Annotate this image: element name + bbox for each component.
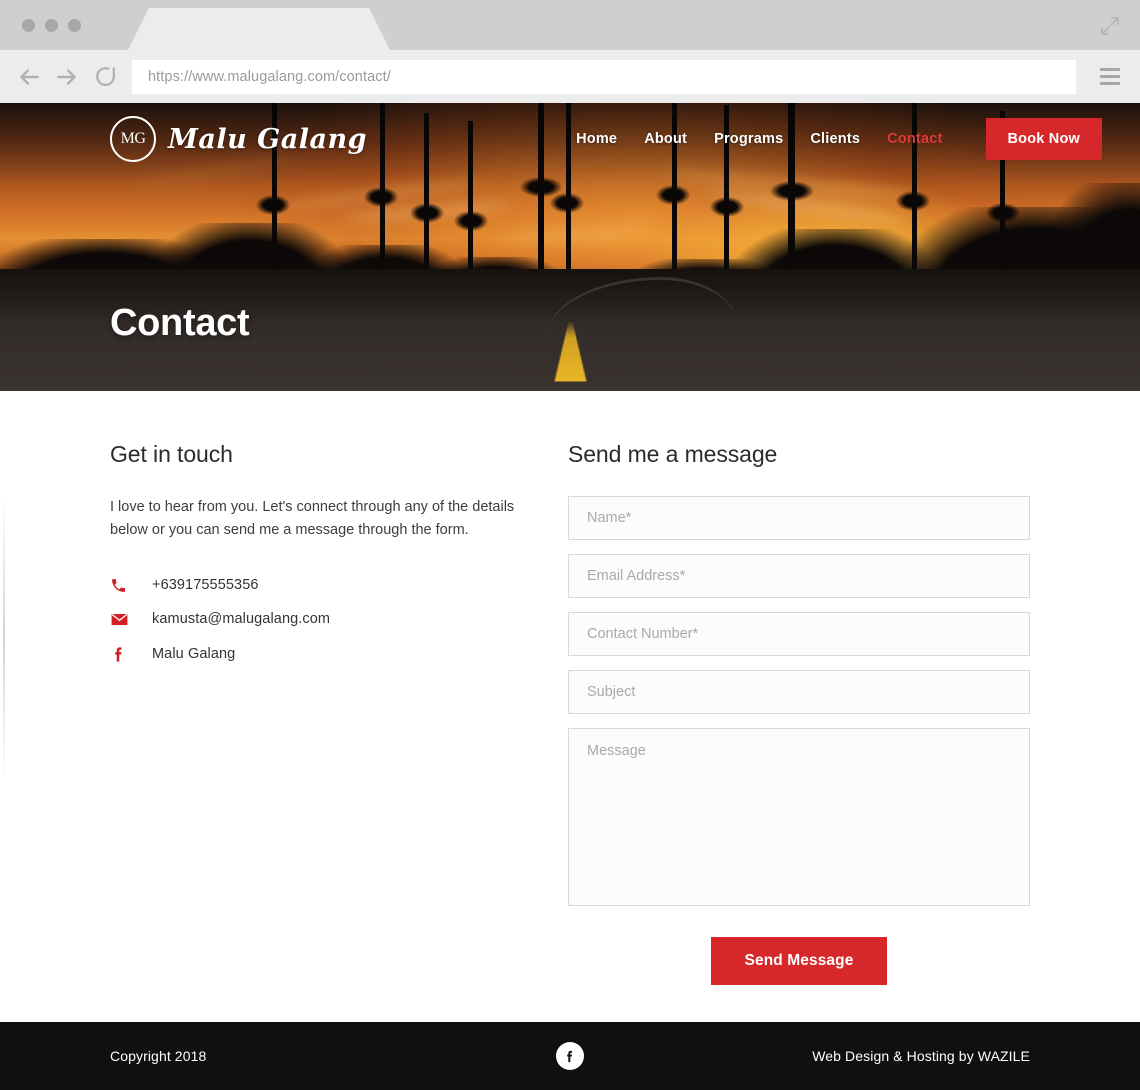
nav-item-home[interactable]: Home [576, 131, 617, 147]
name-input[interactable] [568, 496, 1030, 540]
nav-item-about[interactable]: About [644, 131, 687, 147]
nav-item-programs[interactable]: Programs [714, 131, 783, 147]
forward-arrow-icon[interactable] [52, 62, 82, 92]
window-controls[interactable] [22, 18, 81, 32]
send-message-button[interactable]: Send Message [710, 937, 888, 985]
send-message-heading: Send me a message [568, 441, 778, 467]
book-now-button[interactable]: Book Now [985, 118, 1102, 160]
reload-icon[interactable] [90, 62, 120, 92]
facebook-icon[interactable] [556, 1042, 584, 1070]
subject-input[interactable] [568, 670, 1030, 714]
contact-detail-phone[interactable]: +639175555356 [110, 577, 568, 594]
contact-number-input[interactable] [568, 612, 1030, 656]
contact-details-list: +639175555356 kamusta@malugalang.com Mal… [110, 577, 568, 664]
main-navigation: Home About Programs Clients Contact Book… [576, 118, 1102, 160]
site-footer: Copyright 2018 Web Design & Hosting by W… [0, 1022, 1140, 1090]
browser-window: https://www.malugalang.com/contact/ MG M… [0, 0, 1140, 1090]
page-content: Get in touch I love to hear from you. Le… [0, 391, 1140, 1022]
hamburger-menu-icon[interactable] [1088, 68, 1132, 85]
facebook-icon [110, 645, 152, 664]
logo-monogram: MG [110, 116, 156, 162]
message-form-column: Send me a message Send Message [568, 441, 1030, 1022]
footer-credit[interactable]: Web Design & Hosting by WAZILE [812, 1048, 1030, 1064]
email-address: kamusta@malugalang.com [152, 611, 331, 628]
page-title: Contact [110, 302, 250, 344]
envelope-icon [110, 610, 152, 629]
submit-row: Send Message [568, 937, 1030, 985]
browser-tabbar [0, 0, 1140, 50]
browser-navbar: https://www.malugalang.com/contact/ [0, 50, 1140, 103]
site-header: MG Malu Galang Home About Programs Clien… [0, 103, 1140, 175]
url-text: https://www.malugalang.com/contact/ [148, 68, 391, 85]
site-logo[interactable]: MG Malu Galang [110, 116, 367, 162]
maximize-window-dot[interactable] [68, 18, 81, 32]
browser-tab[interactable] [128, 8, 390, 50]
phone-number: +639175555356 [152, 577, 259, 594]
phone-icon [110, 577, 152, 594]
logo-wordmark: Malu Galang [168, 123, 367, 155]
browser-nav-buttons [14, 62, 120, 92]
contact-detail-facebook[interactable]: Malu Galang [110, 645, 568, 664]
nav-item-clients[interactable]: Clients [810, 131, 860, 147]
back-arrow-icon[interactable] [14, 62, 44, 92]
hero-banner: MG Malu Galang Home About Programs Clien… [0, 103, 1140, 391]
expand-fullscreen-icon[interactable] [1098, 14, 1122, 38]
get-in-touch-intro: I love to hear from you. Let's connect t… [110, 499, 515, 539]
nav-item-contact[interactable]: Contact [887, 131, 942, 147]
email-input[interactable] [568, 554, 1030, 598]
facebook-name: Malu Galang [152, 646, 236, 663]
contact-form: Send Message [568, 496, 1030, 985]
message-textarea[interactable] [568, 728, 1030, 906]
render-artifact-line [3, 493, 5, 783]
close-window-dot[interactable] [22, 18, 35, 32]
footer-copyright: Copyright 2018 [110, 1048, 207, 1064]
get-in-touch-heading: Get in touch [110, 441, 233, 467]
get-in-touch-column: Get in touch I love to hear from you. Le… [110, 441, 568, 1022]
contact-detail-email[interactable]: kamusta@malugalang.com [110, 610, 568, 629]
page-viewport: MG Malu Galang Home About Programs Clien… [0, 103, 1140, 1090]
url-bar[interactable]: https://www.malugalang.com/contact/ [132, 59, 1076, 94]
minimize-window-dot[interactable] [45, 18, 58, 32]
